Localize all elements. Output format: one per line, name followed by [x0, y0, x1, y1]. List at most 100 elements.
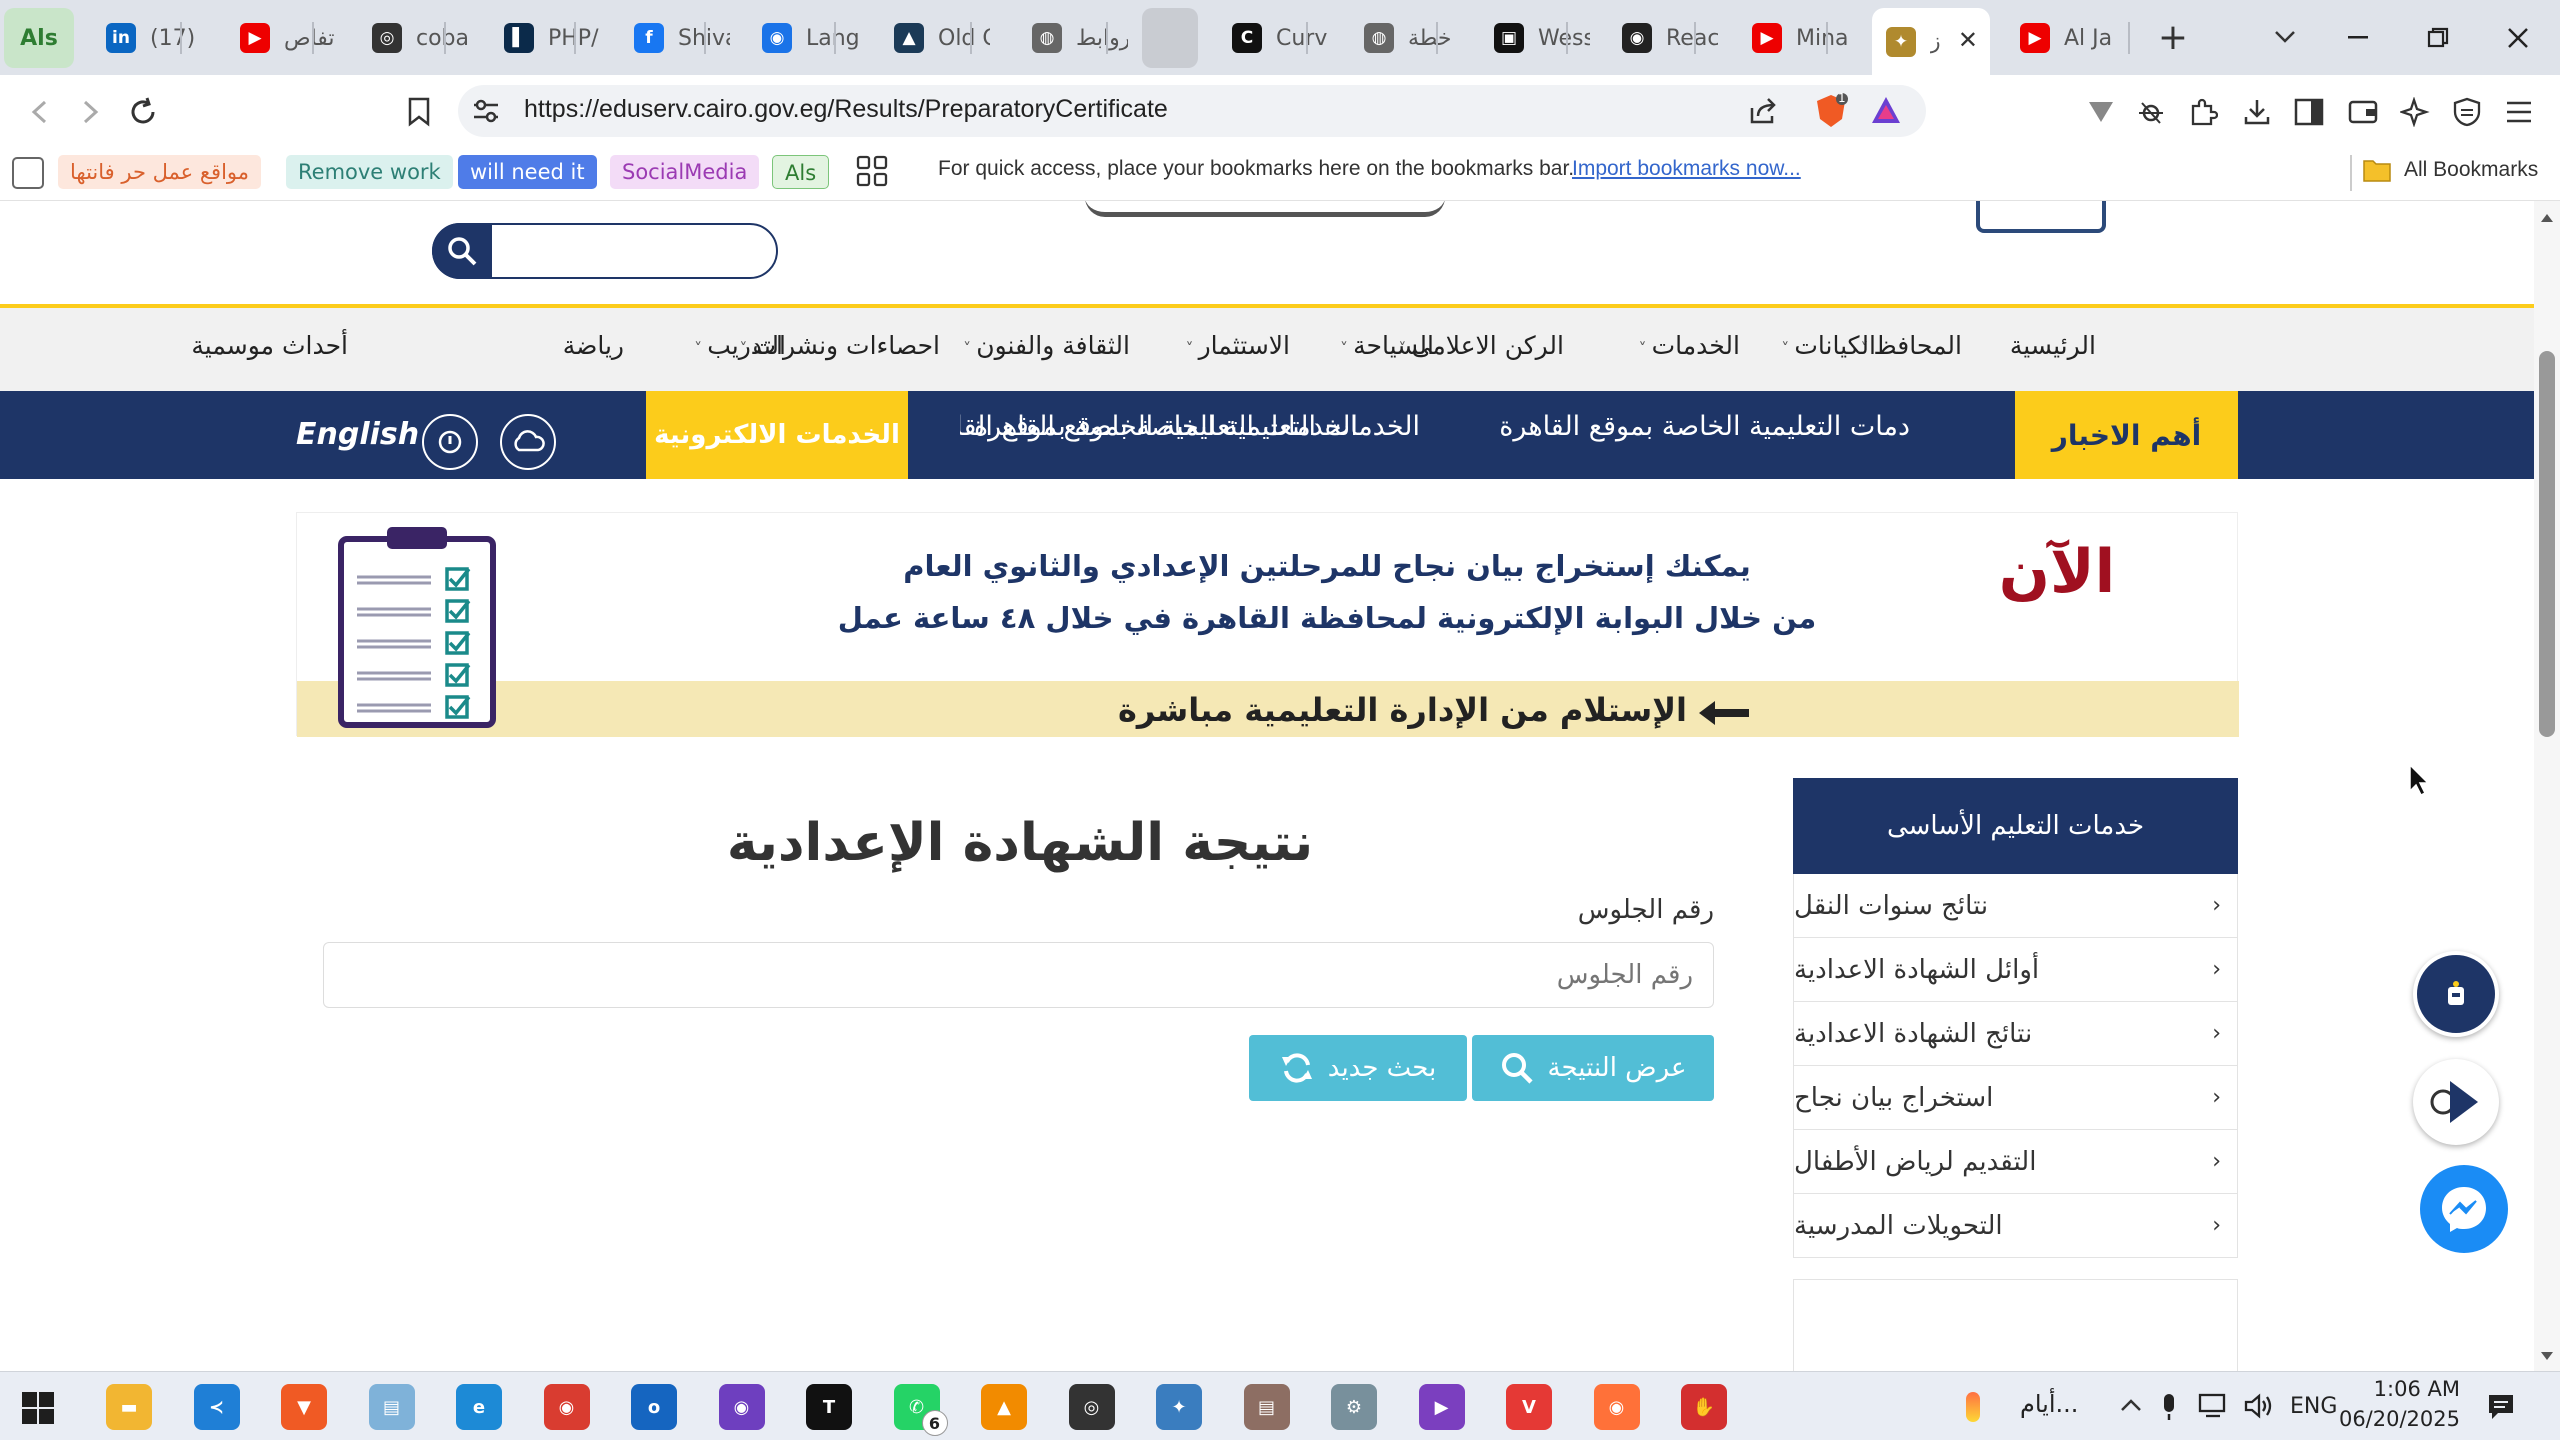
sidebar-item[interactable]: التقديم لرياض الأطفال ‹ [1793, 1130, 2238, 1194]
sidebar-item[interactable]: التحويلات المدرسية ‹ [1793, 1194, 2238, 1258]
browser-tab[interactable]: fShiva [620, 8, 730, 68]
taskbar-app-chrome[interactable]: ◉ [543, 1384, 590, 1430]
extensions-icon[interactable] [2184, 93, 2222, 131]
scroll-down-icon[interactable] [2540, 1351, 2554, 1361]
nav-item[interactable]: أحداث موسمية [191, 331, 348, 360]
show-result-button[interactable]: عرض النتيجة [1472, 1035, 1714, 1101]
bookmark-folder-icon[interactable] [12, 157, 44, 189]
nav-item[interactable]: رياضة [563, 331, 624, 360]
nav-item[interactable]: الخدمات ˅ [1639, 331, 1740, 360]
nav-item[interactable]: الرئيسية [2010, 331, 2096, 360]
tray-overflow-icon[interactable] [2120, 1398, 2142, 1412]
taskbar-app-obs[interactable]: ◎ [1068, 1384, 1115, 1430]
address-bar[interactable]: https://eduserv.cairo.gov.eg/Results/Pre… [458, 85, 1926, 137]
browser-tab[interactable]: ▌PHP/ [490, 8, 600, 68]
share-icon[interactable] [1748, 96, 1778, 126]
browser-tab[interactable]: ◎ coba [358, 8, 468, 68]
bookmark-icon[interactable] [400, 93, 438, 131]
microphone-icon[interactable] [2160, 1392, 2178, 1422]
nav-item[interactable]: التدريب ˅ [694, 331, 786, 360]
brave-rewards-icon[interactable] [1870, 95, 1902, 125]
weather-icon[interactable] [1966, 1392, 1980, 1422]
taskbar-app-github[interactable]: ◉ [718, 1384, 765, 1430]
accessibility-icon[interactable] [422, 414, 478, 470]
taskbar-app-vlc[interactable]: ▲ [981, 1384, 1027, 1430]
forward-icon[interactable] [72, 93, 110, 131]
apps-grid-icon[interactable] [856, 155, 888, 187]
brave-shields-icon[interactable]: 1 [1814, 91, 1848, 129]
site-settings-icon[interactable] [472, 98, 500, 124]
browser-tab[interactable]: ◉ Reac [1608, 8, 1718, 68]
bookmark-chip[interactable]: مواقع عمل حر فانتها [58, 155, 262, 189]
taskbar-app-vscode[interactable]: ≺ [193, 1384, 240, 1430]
close-window-button[interactable] [2478, 0, 2558, 75]
taskbar-app-files[interactable]: ▬ [106, 1384, 152, 1430]
tab-search-icon[interactable] [2262, 14, 2308, 60]
vpn-shield-icon[interactable] [2448, 93, 2486, 131]
taskbar-app-brave[interactable]: ▼ [281, 1384, 327, 1430]
taskbar-app-firefox[interactable]: ◉ [1593, 1384, 1640, 1430]
nav-item[interactable]: الاستثمار ˅ [1186, 331, 1290, 360]
leo-ai-icon[interactable] [2396, 93, 2434, 131]
nav-item[interactable]: الثقافة والفنون ˅ [963, 331, 1130, 360]
browser-tab[interactable]: ◉ Lang [748, 8, 858, 68]
taskbar-app-davinci[interactable]: ✦ [1156, 1384, 1202, 1430]
browser-tab[interactable]: ▶ تفاص [226, 8, 336, 68]
browser-tab[interactable]: Als [4, 8, 74, 68]
network-icon[interactable] [2198, 1392, 2230, 1420]
scroll-up-icon[interactable] [2540, 213, 2554, 223]
browser-tab[interactable] [1142, 8, 1198, 68]
taskbar-app-outlook[interactable]: o [631, 1384, 677, 1430]
taskbar-app-whatsapp[interactable]: ✆ 6 [893, 1384, 948, 1436]
browser-tab[interactable]: ▲ Old C [880, 8, 990, 68]
extension-bug-icon[interactable] [2132, 93, 2170, 131]
browser-tab[interactable]: ▣ Wess [1480, 8, 1590, 68]
weather-text[interactable]: أيام... [2020, 1390, 2078, 1418]
bookmark-chip[interactable]: Remove work [286, 155, 453, 189]
downloads-icon[interactable] [2238, 93, 2276, 131]
messenger-button[interactable] [2420, 1165, 2508, 1253]
page-scrollbar[interactable] [2534, 201, 2560, 1371]
sidebar-item[interactable]: نتائج الشهادة الاعدادية ‹ [1793, 1002, 2238, 1066]
all-bookmarks-button[interactable]: All Bookmarks [2362, 157, 2538, 183]
input-language[interactable]: ENG [2290, 1394, 2337, 1419]
browser-tab[interactable]: ▶ Mina [1738, 8, 1848, 68]
seat-number-input[interactable] [323, 942, 1714, 1008]
nav-item[interactable]: السياحة ˅ [1340, 331, 1434, 360]
new-tab-button[interactable]: + [2150, 14, 2196, 60]
sidebar-item[interactable]: نتائج سنوات النقل ‹ [1793, 874, 2238, 938]
browser-tab[interactable]: in (17) I [92, 8, 202, 68]
import-bookmarks-link[interactable]: Import bookmarks now... [1572, 157, 1801, 181]
governorate-logo[interactable] [1976, 201, 2106, 233]
taskbar-app-red-app[interactable]: ✋ [1681, 1384, 1727, 1430]
taskbar-app-notepad[interactable]: ▤ [368, 1384, 415, 1430]
browser-tab[interactable]: ✦ ز ✕ [1872, 8, 1990, 75]
new-search-button[interactable]: بحث جديد [1249, 1035, 1467, 1101]
url-text[interactable]: https://eduserv.cairo.gov.eg/Results/Pre… [524, 95, 1168, 124]
scrollbar-thumb[interactable] [2539, 351, 2555, 737]
sidebar-icon[interactable] [2290, 93, 2328, 131]
reload-icon[interactable] [124, 93, 162, 131]
windows-start-icon[interactable] [22, 1392, 54, 1424]
close-tab-icon[interactable]: ✕ [1958, 26, 1978, 54]
taskbar-app-t-app[interactable]: T [806, 1384, 852, 1430]
nav-item[interactable]: الكيانات ˅ [1781, 331, 1876, 360]
browser-tab[interactable]: ▶ Al Ja [2006, 8, 2116, 68]
sidebar-item[interactable]: استخراج بيان نجاح ‹ [1793, 1066, 2238, 1130]
menu-icon[interactable] [2500, 93, 2538, 131]
bookmark-chip[interactable]: SocialMedia [610, 155, 760, 189]
browser-tab[interactable]: ◍ روابط [1018, 8, 1128, 68]
sidebar-item[interactable]: أوائل الشهادة الاعدادية ‹ [1793, 938, 2238, 1002]
clock-time[interactable]: 1:06 AM [2340, 1377, 2460, 1401]
taskbar-app-visual-studio[interactable]: ▶ [1418, 1384, 1465, 1430]
volume-icon[interactable] [2244, 1392, 2274, 1420]
taskbar-app-vivaldi[interactable]: V [1506, 1384, 1552, 1430]
news-ticker-item[interactable]: دمات التعليمية الخاصة بموقع القاهرة [1480, 411, 1910, 451]
taskbar-app-settings[interactable]: ⚙ [1331, 1384, 1377, 1430]
bookmark-chip[interactable]: Als [772, 155, 830, 189]
news-ticker-item[interactable]: الخدمات التعليمية الخاصة بموقع القاه [960, 411, 1358, 442]
floating-assistant-button[interactable] [2413, 951, 2499, 1037]
browser-tab[interactable]: ◍ خطة [1350, 8, 1460, 68]
browser-tab[interactable]: C Curv [1218, 8, 1328, 68]
taskbar-app-books[interactable]: ▤ [1243, 1384, 1290, 1430]
